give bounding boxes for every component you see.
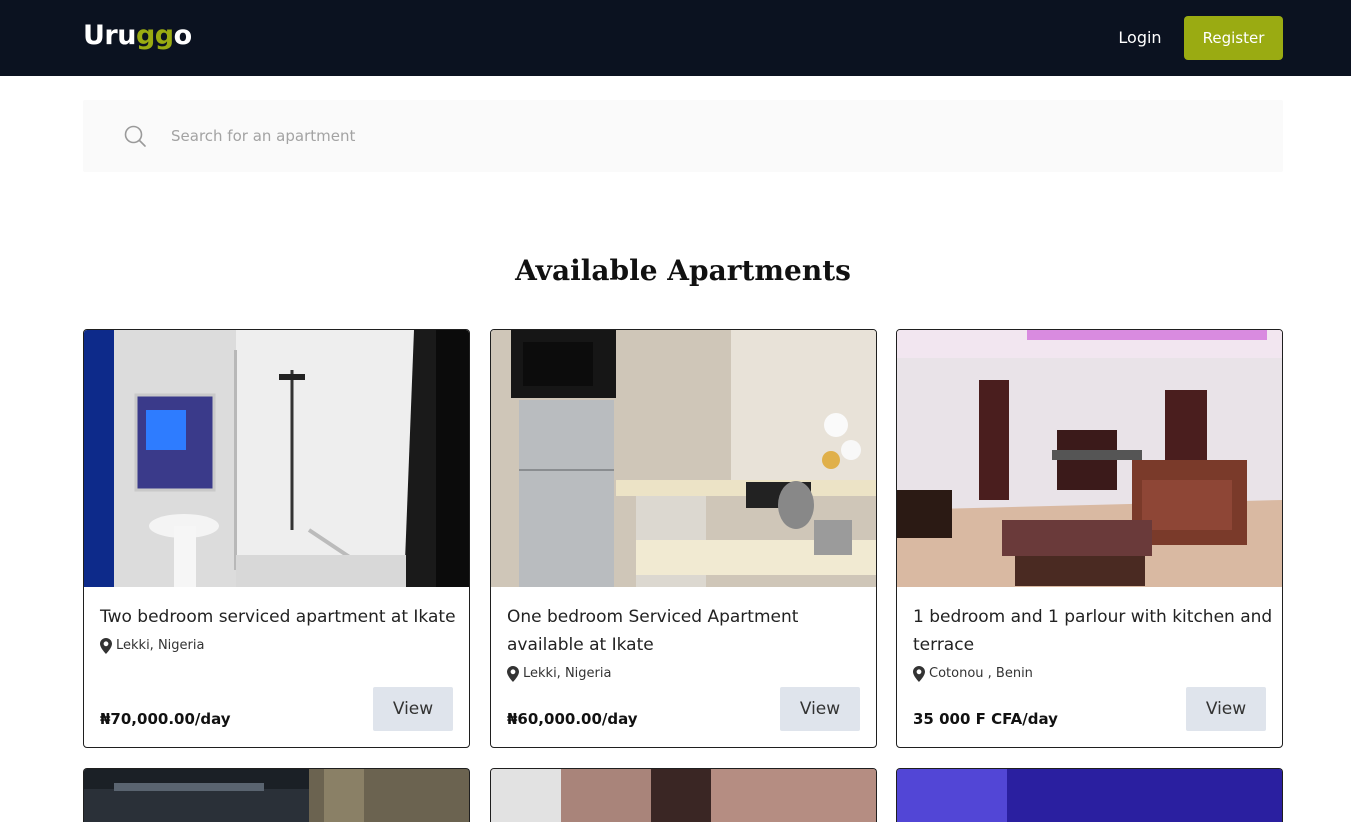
search-input[interactable] xyxy=(171,122,1251,150)
location-pin-icon xyxy=(100,638,112,654)
listing-photo-kitchen[interactable] xyxy=(491,330,876,587)
listing-location: Lekki, Nigeria xyxy=(100,636,204,656)
listing-location-text: Lekki, Nigeria xyxy=(116,638,205,653)
listing-price: ₦70,000.00/day xyxy=(100,710,231,728)
listing-card[interactable] xyxy=(490,768,877,822)
uruggo-logo[interactable]: Uruggo xyxy=(83,20,192,52)
search-icon xyxy=(124,125,146,147)
view-button[interactable]: View xyxy=(1186,687,1266,731)
listing-price: 35 000 F CFA/day xyxy=(913,710,1058,728)
listing-price: ₦60,000.00/day xyxy=(507,710,638,728)
view-button[interactable]: View xyxy=(373,687,453,731)
top-navbar: Uruggo Login Register xyxy=(0,0,1351,76)
location-pin-icon xyxy=(507,666,519,682)
listing-card[interactable]: One bedroom Serviced Apartment available… xyxy=(490,329,877,748)
listing-photo[interactable] xyxy=(84,769,469,822)
listing-card[interactable]: 1 bedroom and 1 parlour with kitchen and… xyxy=(896,329,1283,748)
listing-photo-living-room[interactable] xyxy=(897,330,1282,587)
listing-photo[interactable] xyxy=(897,769,1282,822)
listing-location-text: Lekki, Nigeria xyxy=(523,666,612,681)
login-link[interactable]: Login xyxy=(1110,26,1170,50)
listing-card[interactable]: Two bedroom serviced apartment at Ikate … xyxy=(83,329,470,748)
listing-location: Cotonou , Benin xyxy=(913,664,1033,684)
listing-card[interactable] xyxy=(83,768,470,822)
listing-title: 1 bedroom and 1 parlour with kitchen and… xyxy=(913,607,1273,655)
listing-location-text: Cotonou , Benin xyxy=(929,666,1033,681)
listing-title: One bedroom Serviced Apartment available… xyxy=(507,607,799,655)
listing-card[interactable] xyxy=(896,768,1283,822)
view-button[interactable]: View xyxy=(780,687,860,731)
listing-photo[interactable] xyxy=(491,769,876,822)
listing-location: Lekki, Nigeria xyxy=(507,664,611,684)
listing-title: Two bedroom serviced apartment at Ikate xyxy=(100,607,456,627)
listing-photo-bathroom[interactable] xyxy=(84,330,469,587)
location-pin-icon xyxy=(913,666,925,682)
search-bar xyxy=(83,100,1283,172)
register-button[interactable]: Register xyxy=(1184,16,1283,60)
section-title: Available Apartments xyxy=(515,254,851,287)
